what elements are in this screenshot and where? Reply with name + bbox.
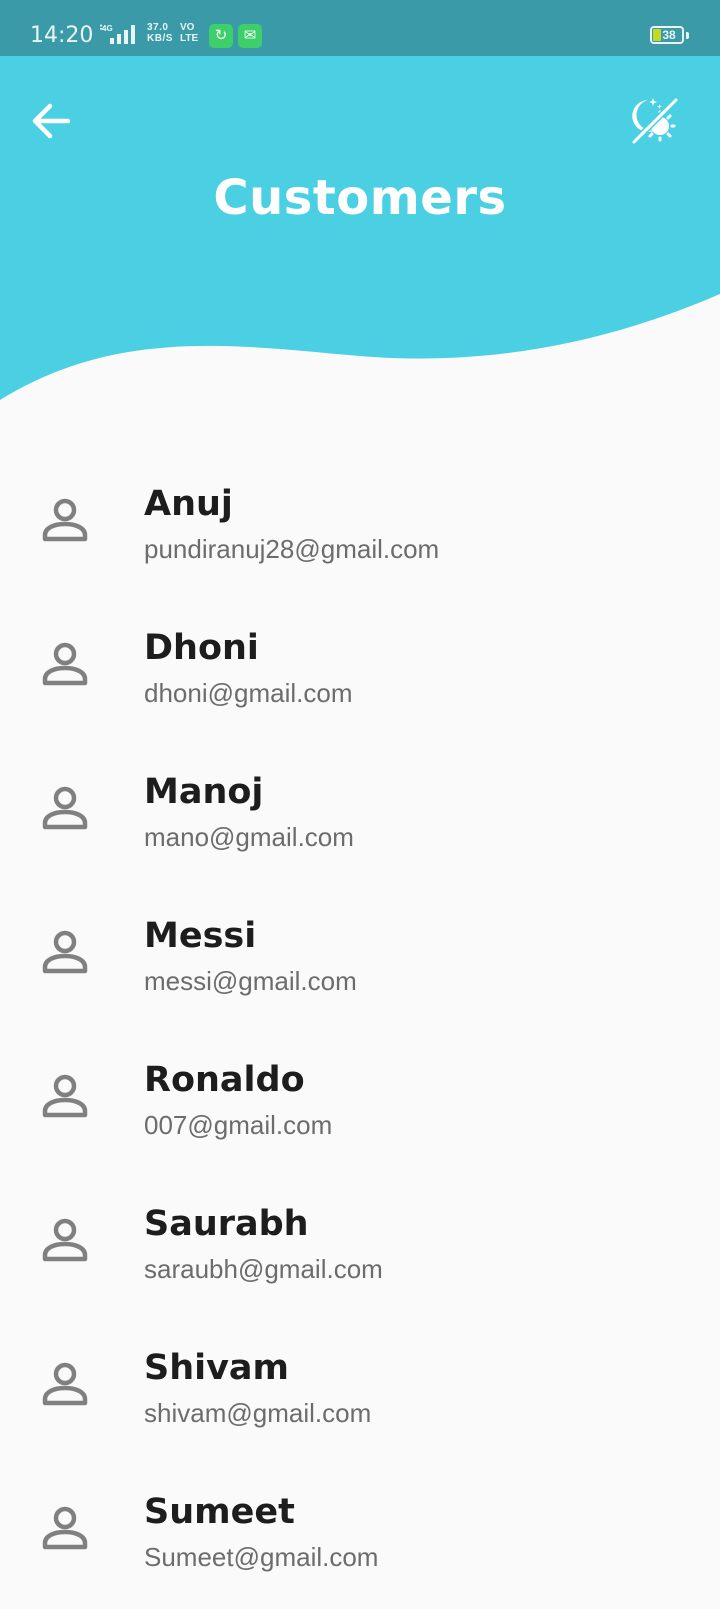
customer-list-item[interactable]: Dhoni dhoni@gmail.com <box>0 601 720 745</box>
customer-list-item[interactable]: Ronaldo 007@gmail.com <box>0 1033 720 1177</box>
person-icon <box>42 1074 88 1118</box>
person-icon <box>42 786 88 830</box>
header-wave-background <box>0 56 720 400</box>
page-title: Customers <box>213 170 507 226</box>
status-bar: 14:20 4G 37.0 KB/S VO LTE ↻ ✉ 38 <box>0 0 720 56</box>
customer-name: Shivam <box>144 1348 290 1388</box>
customer-list-item[interactable]: Messi messi@gmail.com <box>0 889 720 1033</box>
battery-level: 38 <box>662 28 676 42</box>
customer-name: Messi <box>144 916 257 956</box>
network-speed-value: 37.0 <box>147 22 169 33</box>
network-speed: 37.0 KB/S <box>147 22 173 44</box>
customer-email: mano@gmail.com <box>144 822 354 852</box>
customer-email: dhoni@gmail.com <box>144 678 353 708</box>
person-icon <box>42 1506 88 1550</box>
customer-name: Ronaldo <box>144 1060 305 1100</box>
signal-icon: 4G <box>100 24 135 44</box>
header: Customers <box>0 56 720 401</box>
person-icon <box>42 642 88 686</box>
customer-name: Anuj <box>144 484 233 524</box>
customer-email: Sumeet@gmail.com <box>144 1542 379 1572</box>
back-button[interactable] <box>26 96 76 146</box>
customer-email: 007@gmail.com <box>144 1110 333 1140</box>
battery-tip <box>686 32 689 39</box>
chat-app-icon: ✉ <box>238 24 262 48</box>
person-icon <box>42 1218 88 1262</box>
sync-app-icon: ↻ <box>209 24 233 48</box>
volte-top: VO <box>180 22 195 33</box>
volte-bottom: LTE <box>180 33 199 44</box>
customer-list-item[interactable]: Shivam shivam@gmail.com <box>0 1321 720 1465</box>
customer-list-item[interactable]: Sumeet Sumeet@gmail.com <box>0 1465 720 1609</box>
customer-list-item[interactable]: Manoj mano@gmail.com <box>0 745 720 889</box>
customer-list-item[interactable]: Saurabh saraubh@gmail.com <box>0 1177 720 1321</box>
customer-list: Anuj pundiranuj28@gmail.com Dhoni dhoni@… <box>0 457 720 1609</box>
header-wave-shape <box>0 56 720 400</box>
customer-name: Dhoni <box>144 628 259 668</box>
status-time: 14:20 <box>30 23 94 48</box>
battery-icon: 38 <box>650 26 684 44</box>
person-icon <box>42 1362 88 1406</box>
customer-name: Sumeet <box>144 1492 295 1532</box>
person-icon <box>42 930 88 974</box>
customer-email: saraubh@gmail.com <box>144 1254 383 1284</box>
customer-email: messi@gmail.com <box>144 966 357 996</box>
arrow-left-icon <box>32 103 71 139</box>
network-type: 4G <box>102 24 113 33</box>
customer-email: shivam@gmail.com <box>144 1398 372 1428</box>
customer-name: Saurabh <box>144 1204 309 1244</box>
theme-toggle-icon <box>631 97 679 145</box>
volte-indicator: VO LTE <box>180 22 198 44</box>
theme-toggle-button[interactable] <box>626 92 682 148</box>
customer-name: Manoj <box>144 772 264 812</box>
customer-list-item[interactable]: Anuj pundiranuj28@gmail.com <box>0 457 720 601</box>
person-icon <box>42 498 88 542</box>
network-speed-unit: KB/S <box>147 33 173 44</box>
customer-email: pundiranuj28@gmail.com <box>144 534 440 564</box>
